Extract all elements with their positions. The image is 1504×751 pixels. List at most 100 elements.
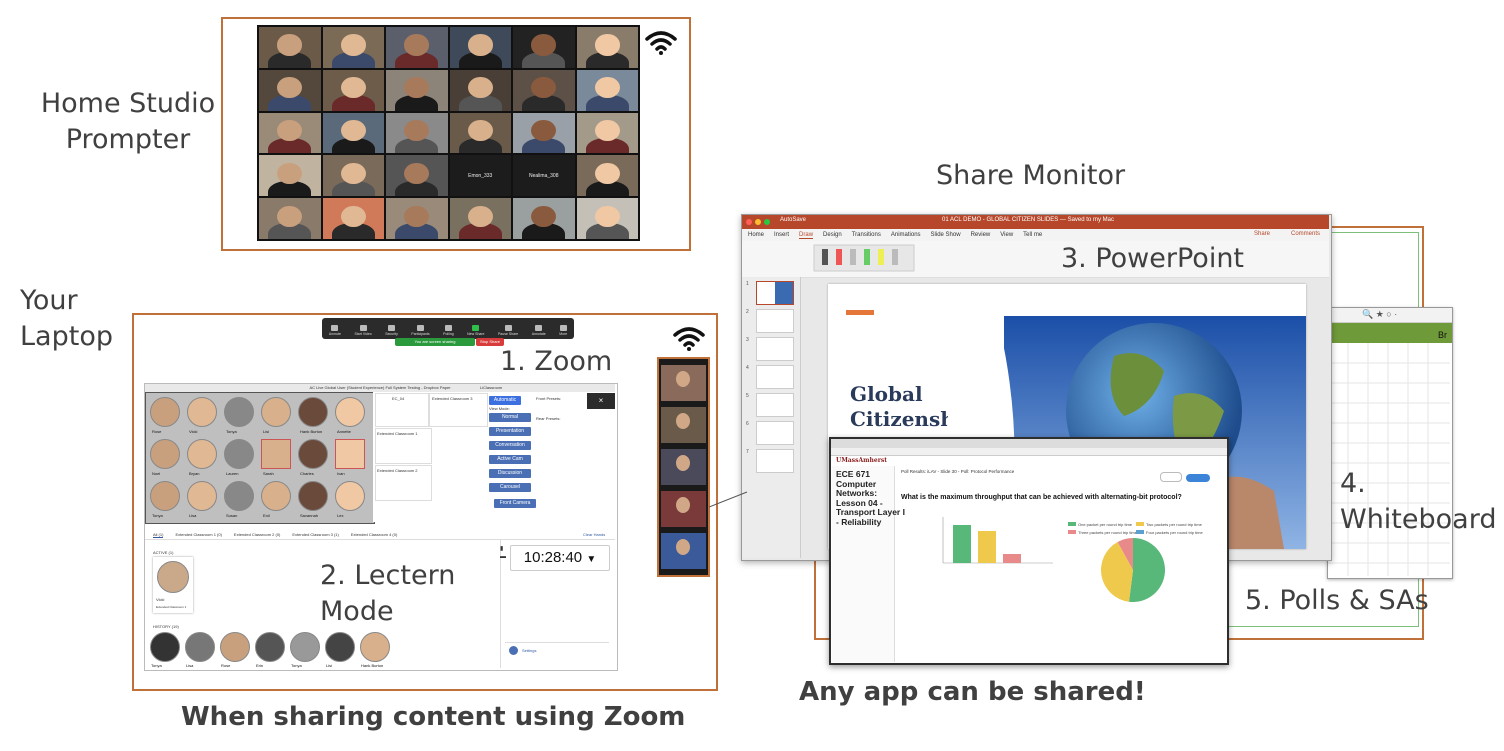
ppt-thumbnail[interactable]	[756, 365, 794, 389]
legend-swatch	[1068, 522, 1076, 526]
ppt-menu-item[interactable]: Animations	[891, 232, 921, 238]
settings-icon[interactable]	[509, 646, 518, 655]
student-avatar[interactable]	[298, 481, 328, 511]
student-avatar[interactable]	[150, 397, 180, 427]
ppt-menu-item[interactable]: Slide Show	[931, 232, 961, 238]
student-avatar[interactable]	[298, 439, 328, 469]
ppt-titlebar: AutoSave 01 ACL DEMO - GLOBAL CITIZEN SL…	[742, 215, 1329, 229]
view-mode-button[interactable]: Discussion	[489, 469, 531, 478]
student-avatar[interactable]	[224, 397, 254, 427]
history-avatar[interactable]	[325, 632, 355, 662]
ppt-thumbnail[interactable]	[756, 309, 794, 333]
lectern-tab[interactable]: Extended Classroom 3 (1)	[292, 532, 338, 537]
ppt-menu-item[interactable]: Tell me	[1023, 232, 1042, 238]
zoom-toolbar-item[interactable]: Start Video	[354, 325, 372, 337]
ppt-menu-item[interactable]: View	[1000, 232, 1013, 238]
active-name: Vicki	[156, 597, 165, 602]
history-avatar[interactable]	[150, 632, 180, 662]
zoom-toolbar-item[interactable]: More	[559, 325, 567, 337]
ppt-comments-button[interactable]: Comments	[1291, 231, 1320, 237]
student-avatar[interactable]	[150, 481, 180, 511]
zoom-sharing-notice: You are screen sharing	[395, 338, 475, 346]
zoom-toolbar-item[interactable]: Unmute	[329, 325, 341, 337]
ppt-menu-item[interactable]: Draw	[799, 232, 814, 239]
ppt-thumbnail[interactable]	[756, 337, 794, 361]
student-avatar[interactable]	[298, 397, 328, 427]
student-avatar[interactable]	[261, 481, 291, 511]
active-avatar[interactable]	[157, 561, 189, 593]
lectern-close-button[interactable]: ×	[587, 393, 615, 409]
history-avatar[interactable]	[220, 632, 250, 662]
minimize-dot-icon[interactable]	[755, 219, 761, 225]
zoom-toolbar-item[interactable]: Polling	[443, 325, 454, 337]
history-avatar[interactable]	[255, 632, 285, 662]
student-name: Sarah	[263, 471, 274, 476]
clock-side-icons[interactable]: ▮ ▬	[500, 545, 506, 561]
view-mode-button[interactable]: Normal	[489, 413, 531, 422]
zoom-toolbar-icon	[444, 325, 452, 331]
view-mode-button[interactable]: Automatic	[489, 396, 521, 405]
student-name: Ivan	[337, 471, 345, 476]
gallery-tile	[386, 198, 448, 239]
student-avatar[interactable]	[335, 439, 365, 469]
ppt-thumbnail[interactable]	[756, 281, 794, 305]
lectern-tab[interactable]: Extended Classroom 4 (0)	[351, 532, 397, 537]
zoom-toolbar: Unmute Start Video Security Participants Pol…	[322, 318, 574, 339]
student-avatar[interactable]	[335, 397, 365, 427]
history-avatar[interactable]	[290, 632, 320, 662]
side-strip-head	[676, 539, 690, 555]
maximize-dot-icon[interactable]	[764, 219, 770, 225]
zoom-toolbar-item[interactable]: Security	[385, 325, 398, 337]
ppt-menu-item[interactable]: Design	[823, 232, 842, 238]
history-avatar[interactable]	[360, 632, 390, 662]
legend-entry: One packet per round trip time	[1068, 522, 1136, 528]
history-avatar[interactable]	[185, 632, 215, 662]
side-strip-tile	[661, 491, 706, 527]
student-avatar[interactable]	[261, 397, 291, 427]
clear-hands-button[interactable]: Clear Hands	[583, 532, 605, 537]
zoom-toolbar-label: Annotate	[531, 332, 546, 336]
student-avatar[interactable]	[187, 397, 217, 427]
ppt-thumbnail[interactable]	[756, 393, 794, 417]
autosave-label[interactable]: AutoSave	[780, 217, 806, 223]
history-name: Erin	[256, 663, 264, 668]
polls-nav-buttons[interactable]	[1160, 469, 1210, 487]
view-mode-button[interactable]: Conversation	[489, 441, 531, 450]
lectern-tab[interactable]: Extended Classroom 2 (0)	[234, 532, 280, 537]
zoom-toolbar-item[interactable]: New Share	[467, 325, 484, 337]
student-avatar[interactable]	[187, 439, 217, 469]
settings-link[interactable]: Settings	[522, 648, 536, 653]
share-monitor-label: Share Monitor	[936, 160, 1126, 191]
student-avatar[interactable]	[150, 439, 180, 469]
clock-box[interactable]: 10:28:40 ▼	[510, 545, 610, 571]
view-mode-button[interactable]: Carousel	[489, 483, 531, 492]
view-mode-button[interactable]: Active Cam	[489, 455, 531, 464]
ppt-menu-item[interactable]: Transitions	[852, 232, 881, 238]
pen-tools-icon[interactable]	[810, 243, 920, 273]
polls-course-title: ECE 671 Computer Networks: Lesson 04 - T…	[836, 469, 905, 527]
close-dot-icon[interactable]	[746, 219, 752, 225]
student-avatar[interactable]	[335, 481, 365, 511]
polls-legend: One packet per round trip time Two packet…	[1068, 522, 1208, 538]
laptop-label: Your Laptop	[20, 285, 113, 352]
lectern-tabs: All (1) Extended Classroom 1 (0) Extended …	[145, 530, 615, 540]
view-mode-button[interactable]: Front Camera	[494, 499, 536, 508]
polls-label: 5. Polls & SAs	[1245, 585, 1429, 616]
ppt-menu-item[interactable]: Home	[748, 232, 764, 238]
student-avatar[interactable]	[261, 439, 291, 469]
view-mode-button[interactable]: Presentation	[489, 427, 531, 436]
lectern-tab[interactable]: All (1)	[153, 532, 164, 538]
student-avatar[interactable]	[224, 481, 254, 511]
ppt-thumbnail[interactable]	[756, 421, 794, 445]
zoom-toolbar-item[interactable]: Annotate	[532, 325, 546, 337]
ppt-menu-item[interactable]: Insert	[774, 232, 789, 238]
ppt-menu-item[interactable]: Review	[971, 232, 991, 238]
lectern-tab[interactable]: Extended Classroom 1 (0)	[175, 532, 221, 537]
zoom-toolbar-item[interactable]: Pause Share	[498, 325, 518, 337]
zoom-toolbar-item[interactable]: Participants	[411, 325, 430, 337]
zoom-toolbar-icon	[504, 325, 512, 331]
student-avatar[interactable]	[187, 481, 217, 511]
ppt-share-button[interactable]: Share	[1254, 231, 1270, 237]
student-avatar[interactable]	[224, 439, 254, 469]
ppt-thumbnail[interactable]	[756, 449, 794, 473]
